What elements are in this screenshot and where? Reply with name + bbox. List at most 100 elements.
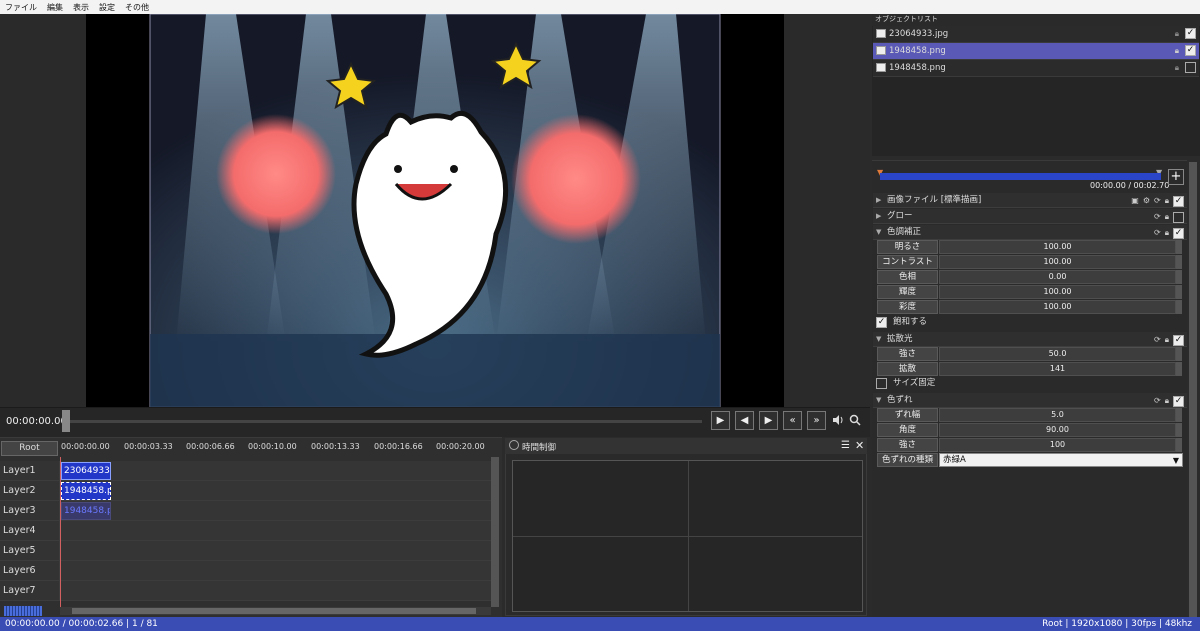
param-slider-end[interactable] [1176, 240, 1182, 254]
layer-label[interactable]: Layer6 [0, 561, 60, 581]
param-label[interactable]: 強さ [877, 438, 938, 452]
param-slider[interactable]: 100.00 [939, 240, 1176, 254]
menu-other[interactable]: その他 [125, 2, 149, 13]
add-effect-button[interactable]: + [1168, 169, 1184, 185]
layer-label[interactable]: Layer1 [0, 461, 60, 481]
layer-track[interactable] [60, 541, 491, 561]
param-slider[interactable]: 100 [939, 438, 1176, 452]
reset-icon[interactable]: ⟳ [1154, 210, 1161, 224]
menu-settings[interactable]: 設定 [99, 2, 115, 13]
lock-icon[interactable]: 🔒︎ [1175, 26, 1179, 42]
layer-track[interactable] [60, 501, 491, 521]
object-list-item[interactable]: 1948458.png 🔒︎ [873, 60, 1199, 77]
param-slider-end[interactable] [1176, 438, 1182, 452]
section-color-correction[interactable]: ▼ 色調補正 ⟳ 🔒︎ ✓ [873, 225, 1187, 240]
preview-canvas[interactable] [86, 14, 784, 407]
param-slider-end[interactable] [1176, 285, 1182, 299]
seek-bar[interactable] [62, 420, 702, 423]
param-slider-end[interactable] [1176, 300, 1182, 314]
time-control-graph[interactable] [512, 460, 863, 612]
param-slider[interactable]: 100.00 [939, 285, 1176, 299]
zoom-icon[interactable] [849, 414, 861, 429]
expand-icon[interactable]: ▼ [876, 393, 881, 407]
layer-track[interactable] [60, 481, 491, 501]
menu-view[interactable]: 表示 [73, 2, 89, 13]
param-label[interactable]: 輝度 [877, 285, 938, 299]
param-slider-end[interactable] [1176, 347, 1182, 361]
speaker-icon[interactable] [832, 414, 844, 429]
lock-icon[interactable]: 🔒︎ [1175, 60, 1179, 76]
expand-icon[interactable]: ▼ [876, 225, 881, 239]
enable-checkbox[interactable]: ✓ [1173, 334, 1184, 346]
param-label[interactable]: 角度 [877, 423, 938, 437]
param-label[interactable]: ずれ幅 [877, 408, 938, 422]
play-button[interactable]: ▶ [711, 411, 730, 430]
visibility-checkbox[interactable]: ✓ [1185, 28, 1196, 39]
properties-scrollbar[interactable] [1189, 162, 1197, 617]
section-color-shift[interactable]: ▼ 色ずれ ⟳ 🔒︎ ✓ [873, 393, 1187, 408]
param-slider-end[interactable] [1176, 270, 1182, 284]
param-slider[interactable]: 141 [939, 362, 1176, 376]
param-slider-end[interactable] [1176, 423, 1182, 437]
timeline-scroll-thumb[interactable] [72, 608, 476, 614]
param-slider-end[interactable] [1176, 362, 1182, 376]
param-slider-end[interactable] [1176, 255, 1182, 269]
reset-icon[interactable]: ⟳ [1154, 333, 1161, 347]
layer-label[interactable]: Layer7 [0, 581, 60, 601]
visibility-checkbox[interactable] [1185, 62, 1196, 73]
fast-forward-button[interactable]: » [807, 411, 826, 430]
param-slider[interactable]: 100.00 [939, 255, 1176, 269]
param-label[interactable]: 色相 [877, 270, 938, 284]
enable-checkbox[interactable] [1173, 211, 1184, 223]
param-slider-end[interactable] [1176, 408, 1182, 422]
list-icon[interactable]: ☰ [841, 440, 850, 451]
section-glow[interactable]: ▶ グロー ⟳ 🔒︎ [873, 209, 1187, 224]
param-label[interactable]: 強さ [877, 347, 938, 361]
enable-checkbox[interactable]: ✓ [1173, 227, 1184, 239]
collapse-icon[interactable]: ▶ [876, 209, 881, 223]
size-fixed-checkbox[interactable] [876, 378, 887, 389]
chevron-down-icon[interactable]: ▼ [1173, 454, 1179, 467]
layer-label[interactable]: Layer2 [0, 481, 60, 501]
param-label[interactable]: 明るさ [877, 240, 938, 254]
layer-track[interactable] [60, 561, 491, 581]
layer-label[interactable]: Layer4 [0, 521, 60, 541]
root-button[interactable]: Root [1, 441, 58, 456]
visibility-checkbox[interactable]: ✓ [1185, 45, 1196, 56]
param-label[interactable]: コントラスト [877, 255, 938, 269]
next-frame-button[interactable]: ▶ [759, 411, 778, 430]
saturate-option[interactable]: ✓ 飽和する [876, 316, 1076, 330]
property-timeline-bar[interactable] [880, 173, 1161, 180]
lock-icon[interactable]: 🔒︎ [1165, 210, 1169, 224]
param-slider[interactable]: 0.00 [939, 270, 1176, 284]
reset-icon[interactable]: ⟳ [1154, 194, 1161, 208]
lock-icon[interactable]: 🔒︎ [1165, 226, 1169, 240]
layer-label[interactable]: Layer5 [0, 541, 60, 561]
timeline-vertical-scrollbar[interactable] [491, 457, 499, 607]
playhead[interactable] [60, 457, 61, 607]
layer-label[interactable]: Layer3 [0, 501, 60, 521]
collapse-icon[interactable]: ▶ [876, 193, 881, 207]
lock-icon[interactable]: 🔒︎ [1175, 43, 1179, 59]
close-icon[interactable]: ✕ [855, 439, 864, 452]
section-image-file[interactable]: ▶ 画像ファイル [標準描画] ▣ ⚙ ⟳ 🔒︎ ✓ [873, 193, 1187, 208]
lock-icon[interactable]: 🔒︎ [1165, 333, 1169, 347]
expand-icon[interactable]: ▼ [876, 332, 881, 346]
param-slider[interactable]: 90.00 [939, 423, 1176, 437]
lock-icon[interactable]: 🔒︎ [1165, 394, 1169, 408]
section-diffusion[interactable]: ▼ 拡散光 ⟳ 🔒︎ ✓ [873, 332, 1187, 347]
settings-icon[interactable]: ⚙ [1143, 194, 1150, 208]
size-fixed-option[interactable]: サイズ固定 [876, 377, 1076, 391]
param-label[interactable]: 拡散 [877, 362, 938, 376]
timeline-clip[interactable]: 23064933.jpg [61, 462, 111, 480]
saturate-checkbox[interactable]: ✓ [876, 317, 887, 328]
object-list-item[interactable]: 1948458.png 🔒︎ ✓ [873, 43, 1199, 60]
timeline-clip[interactable]: 1948458.png [61, 502, 111, 520]
menu-file[interactable]: ファイル [5, 2, 37, 13]
reset-icon[interactable]: ⟳ [1154, 394, 1161, 408]
param-label[interactable]: 彩度 [877, 300, 938, 314]
reset-icon[interactable]: ⟳ [1154, 226, 1161, 240]
layer-track[interactable] [60, 581, 491, 601]
param-slider[interactable]: 100.00 [939, 300, 1176, 314]
shift-type-select[interactable]: 赤緑A ▼ [939, 453, 1183, 467]
